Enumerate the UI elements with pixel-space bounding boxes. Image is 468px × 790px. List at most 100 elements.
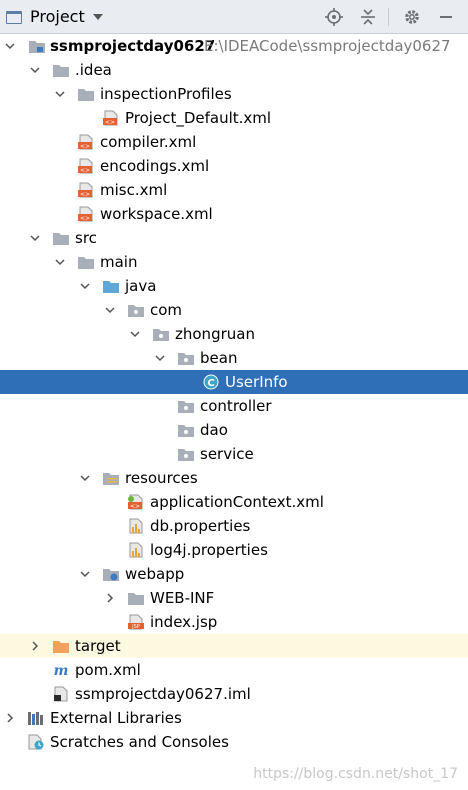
expand-arrow-icon[interactable]	[4, 34, 16, 58]
tree-row-target[interactable]: target	[0, 634, 468, 658]
hide-panel-icon[interactable]	[436, 7, 456, 27]
tree-label-db-properties: db.properties	[150, 517, 251, 535]
module-folder-icon	[29, 41, 45, 53]
folder-icon	[53, 233, 69, 245]
xml-file-icon: <>	[103, 110, 118, 126]
folder-icon	[78, 89, 94, 101]
folder-icon	[128, 593, 144, 605]
collapse-all-icon[interactable]	[358, 7, 378, 27]
tree-label-pom: pom.xml	[75, 661, 141, 679]
expand-arrow-icon[interactable]	[54, 250, 66, 274]
package-icon	[178, 401, 194, 413]
locate-icon[interactable]	[324, 7, 344, 27]
tree-label-workspace: workspace.xml	[100, 205, 213, 223]
xml-file-icon: <>	[78, 158, 93, 174]
tree-row-src[interactable]: src	[0, 226, 468, 250]
source-folder-icon	[103, 281, 119, 293]
tree-row-misc[interactable]: <> misc.xml	[0, 178, 468, 202]
package-icon	[178, 353, 194, 365]
jsp-file-icon: JSP	[128, 614, 144, 630]
expand-arrow-icon[interactable]	[54, 82, 66, 106]
spring-xml-file-icon: <>	[128, 494, 143, 510]
tree-row-userinfo[interactable]: C UserInfo	[0, 370, 468, 394]
tree-label-project-default: Project_Default.xml	[125, 109, 272, 127]
tree-label-index-jsp: index.jsp	[150, 613, 218, 631]
package-icon	[178, 425, 194, 437]
package-icon	[128, 305, 144, 317]
tree-row-main[interactable]: main	[0, 250, 468, 274]
tree-row-inspection-profiles[interactable]: inspectionProfiles	[0, 82, 468, 106]
tree-label-inspection-profiles: inspectionProfiles	[100, 85, 232, 103]
dropdown-caret-icon	[92, 14, 103, 20]
tree-row-index-jsp[interactable]: JSP index.jsp	[0, 610, 468, 634]
tree-label-scratches: Scratches and Consoles	[50, 733, 229, 751]
package-icon	[153, 329, 169, 341]
excluded-folder-icon	[53, 641, 69, 653]
tree-label-zhongruan: zhongruan	[175, 325, 255, 343]
tree-row-service[interactable]: service	[0, 442, 468, 466]
tree-row-iml[interactable]: ssmprojectday0627.iml	[0, 682, 468, 706]
tree-row-bean[interactable]: bean	[0, 346, 468, 370]
collapse-arrow-icon[interactable]	[4, 706, 16, 730]
tree-row-log4j-properties[interactable]: log4j.properties	[0, 538, 468, 562]
watermark: https://blog.csdn.net/shot_17	[253, 766, 458, 782]
collapse-arrow-icon[interactable]	[29, 634, 41, 658]
expand-arrow-icon[interactable]	[129, 322, 141, 346]
expand-arrow-icon[interactable]	[79, 562, 91, 586]
expand-arrow-icon[interactable]	[79, 466, 91, 490]
tree-row-encodings[interactable]: <> encodings.xml	[0, 154, 468, 178]
tree-label-encodings: encodings.xml	[100, 157, 210, 175]
package-icon	[178, 449, 194, 461]
project-view-selector[interactable]: Project	[6, 7, 103, 27]
tree-row-compiler[interactable]: <> compiler.xml	[0, 130, 468, 154]
resources-folder-icon	[103, 473, 119, 485]
tree-row-pom[interactable]: m pom.xml	[0, 658, 468, 682]
properties-file-icon	[129, 518, 143, 534]
tree-row-resources[interactable]: resources	[0, 466, 468, 490]
tree-row-dao[interactable]: dao	[0, 418, 468, 442]
svg-text:<>: <>	[80, 167, 90, 174]
settings-gear-icon[interactable]	[402, 7, 422, 27]
tree-row-web-inf[interactable]: WEB-INF	[0, 586, 468, 610]
tree-row-scratches[interactable]: Scratches and Consoles	[0, 730, 468, 754]
tree-row-workspace[interactable]: <> workspace.xml	[0, 202, 468, 226]
svg-text:JSP: JSP	[131, 624, 140, 630]
tree-label-target: target	[75, 637, 121, 655]
svg-text:m: m	[54, 663, 69, 678]
expand-arrow-icon[interactable]	[104, 298, 116, 322]
tree-row-root[interactable]: ssmprojectday0627 E:\IDEACode\ssmproject…	[0, 34, 468, 58]
tree-label-root: ssmprojectday0627	[50, 37, 216, 55]
tree-row-java[interactable]: java	[0, 274, 468, 298]
library-icon	[28, 712, 43, 725]
tree-row-external-libraries[interactable]: External Libraries	[0, 706, 468, 730]
expand-arrow-icon[interactable]	[29, 58, 41, 82]
tree-label-iml: ssmprojectday0627.iml	[75, 685, 251, 703]
tree-row-application-context[interactable]: <> applicationContext.xml	[0, 490, 468, 514]
svg-text:C: C	[207, 378, 214, 389]
scratches-icon	[28, 734, 44, 750]
tree-row-idea[interactable]: .idea	[0, 58, 468, 82]
tree-row-com[interactable]: com	[0, 298, 468, 322]
collapse-arrow-icon[interactable]	[104, 586, 116, 610]
xml-file-icon: <>	[78, 206, 93, 222]
expand-arrow-icon[interactable]	[79, 274, 91, 298]
tree-label-compiler: compiler.xml	[100, 133, 197, 151]
root-path: E:\IDEACode\ssmprojectday0627	[204, 37, 451, 55]
tree-label-com: com	[150, 301, 183, 319]
folder-icon	[53, 65, 69, 77]
web-folder-icon	[103, 569, 119, 581]
tree-row-project-default[interactable]: <> Project_Default.xml	[0, 106, 468, 130]
tree-label-controller: controller	[200, 397, 272, 415]
tree-label-bean: bean	[200, 349, 238, 367]
tree-row-controller[interactable]: controller	[0, 394, 468, 418]
xml-file-icon: <>	[78, 182, 93, 198]
iml-file-icon	[54, 686, 68, 702]
header-divider	[388, 8, 389, 26]
expand-arrow-icon[interactable]	[154, 346, 166, 370]
tree-row-zhongruan[interactable]: zhongruan	[0, 322, 468, 346]
tree-row-db-properties[interactable]: db.properties	[0, 514, 468, 538]
tree-label-application-context: applicationContext.xml	[150, 493, 324, 511]
expand-arrow-icon[interactable]	[29, 226, 41, 250]
java-class-icon: C	[203, 374, 219, 390]
tree-row-webapp[interactable]: webapp	[0, 562, 468, 586]
